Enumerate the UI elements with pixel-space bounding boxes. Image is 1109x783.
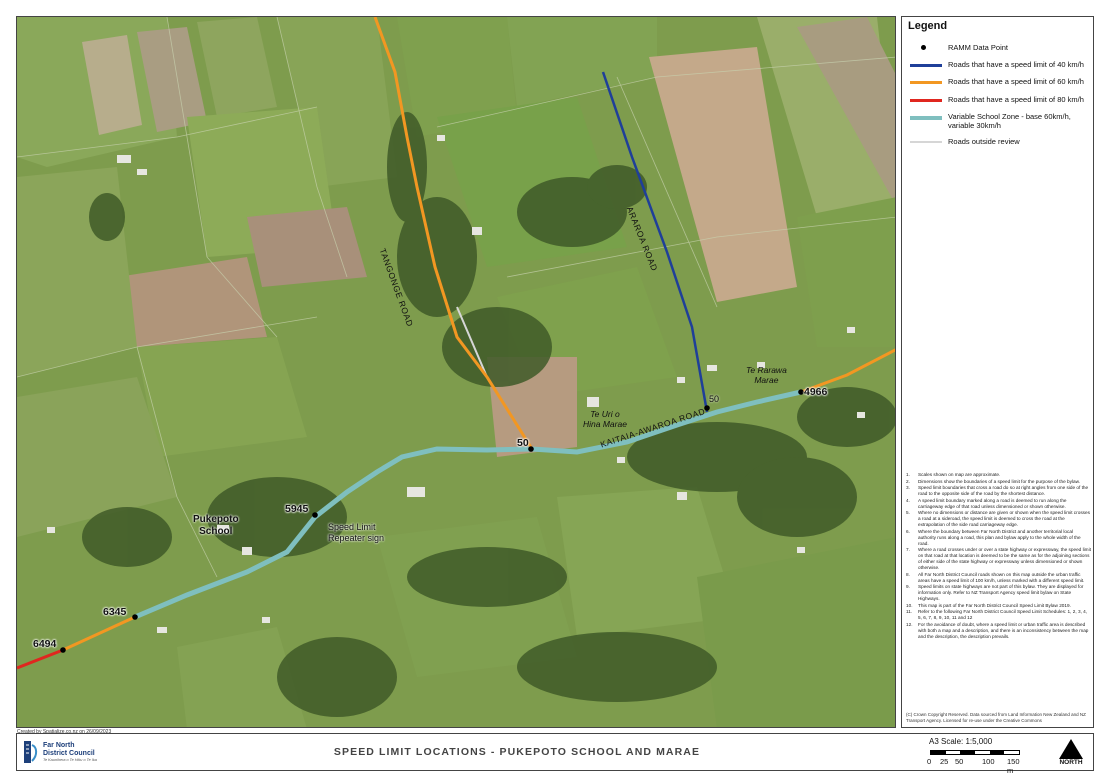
north-arrow-icon	[1059, 739, 1083, 759]
ramm-point-50-tangonge[interactable]	[528, 446, 534, 452]
map-note-text: Speed limit boundaries that cross a road…	[918, 485, 1089, 496]
map-notes: 1. Scales shown on map are approximate. 2.…	[906, 472, 1092, 640]
map-note: 7. Where a road crosses under or over a s…	[906, 547, 1092, 571]
map-note: 12. For the avoidance of doubt, where a s…	[906, 622, 1092, 640]
te-uri-o-hina-marae-label: Te Uri o Hina Marae	[583, 409, 627, 429]
map-note-number: 3.	[906, 485, 910, 490]
legend-item-speed-80: Roads that have a speed limit of 80 km/h	[906, 93, 1092, 109]
point-label-5945: 5945	[285, 503, 309, 515]
legend-item-speed-40: Roads that have a speed limit of 40 km/h	[906, 58, 1092, 74]
map-title: SPEED LIMIT LOCATIONS - PUKEPOTO SCHOOL …	[333, 746, 701, 758]
map-note-number: 9.	[906, 584, 910, 589]
scale-tick: 25	[940, 757, 949, 766]
map-frame: TANGONGE ROAD ARAROA ROAD KAITAIA-AWAROA…	[16, 16, 896, 728]
map-note: 5. Where no dimensions or distance are gi…	[906, 510, 1092, 528]
scale-tick: 0	[927, 757, 932, 766]
council-logo-mark-icon	[24, 741, 38, 763]
map-note: 8. All Far North District Council roads s…	[906, 572, 1092, 584]
scale-ticks: 0 25 50 100 150 m	[927, 757, 1027, 775]
map-note: 10. This map is part of the Far North Dis…	[906, 603, 1092, 609]
point-label-6345: 6345	[103, 606, 127, 618]
map-note: 9. Speed limits on state highways are not…	[906, 584, 1092, 602]
map-sheet: TANGONGE ROAD ARAROA ROAD KAITAIA-AWAROA…	[0, 0, 1109, 783]
legend-item-label: Roads outside review	[948, 137, 1020, 146]
map-note-number: 10.	[906, 602, 913, 608]
legend-item-ramm-point: RAMM Data Point	[906, 41, 1092, 57]
legend-item-label: Roads that have a speed limit of 80 km/h	[948, 95, 1084, 104]
scale-tick: 150 m	[1007, 757, 1020, 775]
point-label-50-araroa: 50	[709, 394, 720, 404]
map-note-number: 11.	[906, 609, 913, 614]
map-note: 11. Refer to the following Far North Dist…	[906, 609, 1092, 621]
scale-bar-graphic	[930, 750, 1020, 755]
title-block: Far North District Council Te Kaunihera …	[16, 733, 1094, 775]
map-note-number: 8.	[906, 571, 910, 577]
speed-limit-repeater-sign-label: Speed Limit Repeater sign	[328, 522, 385, 543]
map-note-text: Dimensions show the boundaries of a spee…	[918, 478, 1081, 484]
speed-40-line-symbol	[910, 64, 942, 67]
map-note: 1. Scales shown on map are approximate.	[906, 472, 1092, 478]
scale-tick: 100	[982, 757, 995, 766]
ramm-point-50-araroa[interactable]	[704, 405, 710, 411]
map-note-text: Where the boundary between Far North Dis…	[918, 528, 1081, 546]
map-note-text: Refer to the following Far North Distric…	[918, 609, 1088, 620]
map-note-number: 4.	[906, 497, 910, 503]
scale-title: A3 Scale: 1:5,000	[929, 737, 993, 746]
north-arrow: NORTH	[1054, 738, 1088, 768]
school-zone-line-symbol	[910, 116, 942, 120]
council-tagline: Te Kaunihera o Te Hiku o Te Ika	[43, 758, 97, 762]
speed-80-line-symbol	[910, 99, 942, 102]
ramm-point-6345[interactable]	[132, 614, 138, 620]
te-rarawa-marae-label: Te Rarawa Marae	[746, 365, 787, 385]
map-note-number: 1.	[906, 472, 910, 477]
north-label: NORTH	[1059, 759, 1083, 766]
map-note: 6. Where the boundary between Far North D…	[906, 529, 1092, 547]
map-note: 3. Speed limit boundaries that cross a ro…	[906, 485, 1092, 497]
legend-item-label: Roads that have a speed limit of 40 km/h	[948, 60, 1084, 69]
legend-item-label: Variable School Zone - base 60km/h, vari…	[948, 112, 1071, 130]
council-name: Far North District Council	[43, 742, 95, 757]
scale-bar: A3 Scale: 1:5,000 0 25 50 100 150 m	[917, 737, 1027, 775]
legend-item-school-zone: Variable School Zone - base 60km/h, vari…	[906, 110, 1092, 132]
ramm-point-6494[interactable]	[60, 647, 66, 653]
point-label-4966: 4966	[804, 386, 828, 398]
map-note: 4. A speed limit boundary marked along a …	[906, 498, 1092, 510]
legend-title: Legend	[908, 20, 948, 32]
council-logo: Far North District Council Te Kaunihera …	[23, 739, 103, 767]
point-label-50-tangonge: 50	[517, 437, 529, 449]
legend-panel: Legend RAMM Data Point Roads that have a…	[901, 16, 1094, 728]
legend-item-speed-60: Roads that have a speed limit of 60 km/h	[906, 75, 1092, 91]
pukepoto-school-label: Pukepoto School	[193, 514, 239, 537]
ramm-point-symbol	[921, 45, 926, 50]
legend-item-label: Roads that have a speed limit of 60 km/h	[948, 77, 1084, 86]
copyright-note: (C) Crown Copyright Reserved. Data sourc…	[906, 712, 1086, 723]
map-note-text: Scales shown on map are approximate.	[918, 472, 1001, 477]
map-note-text: This map is part of the Far North Distri…	[918, 602, 1071, 608]
map-note-number: 5.	[906, 510, 910, 515]
map-note-number: 12.	[906, 621, 913, 627]
ramm-point-5945[interactable]	[312, 512, 318, 518]
map-note: 2. Dimensions show the boundaries of a sp…	[906, 479, 1092, 485]
map-note-number: 2.	[906, 478, 910, 484]
ramm-point-4966[interactable]	[798, 389, 804, 395]
legend-item-label: RAMM Data Point	[948, 43, 1009, 52]
outside-review-line-symbol	[910, 141, 942, 143]
speed-60-line-symbol	[910, 81, 942, 84]
map-note-text: Where no dimensions or distance are give…	[918, 510, 1090, 527]
map-note-number: 7.	[906, 547, 910, 552]
legend-item-outside-review: Roads outside review	[906, 135, 1092, 151]
scale-tick: 50	[955, 757, 964, 766]
map-note-text: Where a road crosses under or over a sta…	[918, 547, 1091, 570]
point-label-6494: 6494	[33, 638, 57, 650]
map-note-text: All Far North District Council roads sho…	[918, 571, 1085, 583]
map-note-text: For the avoidance of doubt, where a spee…	[918, 621, 1089, 639]
map-note-number: 6.	[906, 528, 910, 534]
map-note-text: A speed limit boundary marked along a ro…	[918, 497, 1067, 509]
map-note-text: Speed limits on state highways are not p…	[918, 584, 1084, 601]
